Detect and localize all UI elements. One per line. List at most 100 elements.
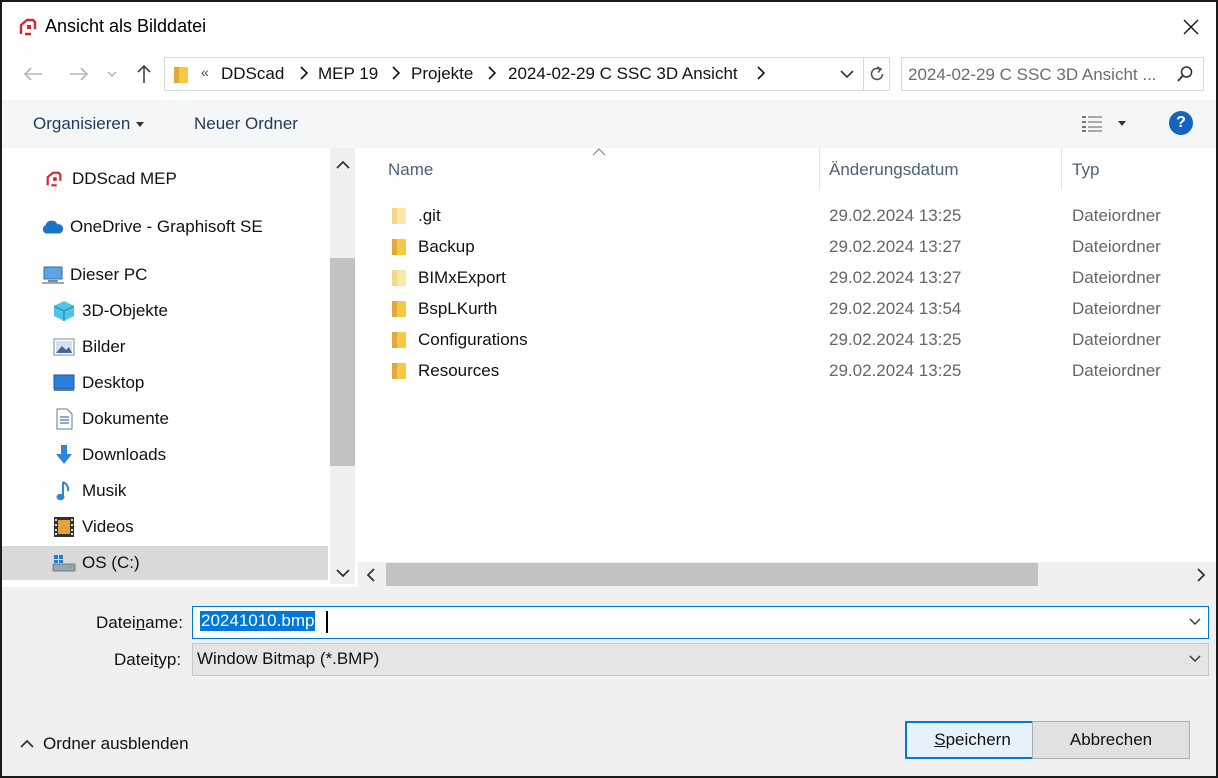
chevron-right-icon[interactable] (391, 66, 401, 80)
folder-icon (391, 206, 407, 231)
nav-label: Musik (82, 481, 127, 500)
file-name: BIMxExport (418, 268, 506, 287)
file-row[interactable]: Resources 29.02.2024 13:25 Dateiordner (358, 356, 1216, 387)
file-row[interactable]: .git 29.02.2024 13:25 Dateiordner (358, 201, 1216, 232)
file-row[interactable]: Backup 29.02.2024 13:27 Dateiordner (358, 232, 1216, 263)
new-folder-button[interactable]: Neuer Ordner (194, 114, 298, 134)
scroll-thumb[interactable] (386, 563, 1038, 586)
nav-item-pictures[interactable]: Bilder (2, 330, 328, 364)
title-bar: Ansicht als Bilddatei (2, 2, 1216, 52)
file-type: Dateiordner (1072, 330, 1161, 349)
nav-label: Desktop (82, 373, 145, 392)
film-icon (52, 516, 76, 538)
file-date: 29.02.2024 13:25 (829, 330, 962, 349)
hide-folders-toggle[interactable]: Ordner ausblenden (20, 734, 189, 754)
save-button[interactable]: Speichern (905, 721, 1040, 759)
folder-icon (173, 65, 189, 90)
search-input[interactable]: 2024-02-29 C SSC 3D Ansicht ... (908, 65, 1168, 85)
chevron-down-icon (840, 70, 854, 79)
nav-item-ddscad-mep[interactable]: DDScad MEP (2, 162, 328, 196)
file-type: Dateiordner (1072, 268, 1161, 287)
organize-label: Organisieren (33, 114, 131, 133)
file-type: Dateiordner (1072, 361, 1161, 380)
column-header-name[interactable]: Name (388, 160, 433, 180)
chevron-right-icon[interactable] (299, 66, 309, 80)
filename-input[interactable]: 20241010.bmp (200, 611, 316, 631)
scroll-up-button[interactable] (330, 154, 355, 176)
filename-combobox[interactable]: 20241010.bmp (192, 606, 1209, 639)
arrow-right-icon (70, 67, 89, 81)
breadcrumb-mep19[interactable]: MEP 19 (318, 64, 378, 84)
nav-label: OneDrive - Graphisoft SE (70, 217, 263, 236)
file-row[interactable]: BspLKurth 29.02.2024 13:54 Dateiordner (358, 294, 1216, 325)
label-part: yp: (158, 650, 182, 669)
nav-item-documents[interactable]: Dokumente (2, 402, 328, 436)
refresh-icon (870, 66, 883, 81)
nav-item-3d-objects[interactable]: 3D-Objekte (2, 294, 328, 328)
save-accelerator: S (934, 730, 946, 749)
nav-item-this-pc[interactable]: Dieser PC (2, 258, 328, 292)
documents-icon (52, 408, 76, 430)
scroll-thumb[interactable] (330, 258, 355, 466)
recent-locations-button[interactable] (100, 59, 124, 89)
close-button[interactable] (1174, 12, 1208, 42)
nav-item-music[interactable]: Musik (2, 474, 328, 508)
scroll-right-button[interactable] (1190, 564, 1212, 586)
filetype-select[interactable]: Window Bitmap (*.BMP) (192, 643, 1209, 676)
nav-item-onedrive[interactable]: OneDrive - Graphisoft SE (2, 210, 328, 244)
file-type: Dateiordner (1072, 299, 1161, 318)
navigation-scrollbar[interactable] (330, 148, 355, 584)
nav-item-os-drive[interactable]: OS (C:) (2, 546, 328, 580)
address-dropdown-button[interactable] (839, 64, 861, 84)
breadcrumb-ddscad[interactable]: DDScad (221, 64, 284, 84)
back-button[interactable] (18, 59, 48, 89)
forward-button[interactable] (64, 59, 94, 89)
nav-item-videos[interactable]: Videos (2, 510, 328, 544)
scroll-down-button[interactable] (330, 562, 355, 584)
column-header-type[interactable]: Typ (1072, 160, 1099, 180)
text-cursor (326, 611, 328, 633)
file-name: Backup (418, 237, 475, 256)
search-icon[interactable] (1176, 65, 1194, 88)
breadcrumb-current-folder[interactable]: 2024-02-29 C SSC 3D Ansicht (508, 64, 738, 84)
chevron-down-icon (107, 71, 117, 77)
nav-label: Dokumente (82, 409, 169, 428)
change-view-button[interactable] (1080, 112, 1130, 134)
chevron-left-icon (366, 568, 375, 582)
ddscad-logo-icon (42, 168, 66, 190)
address-overflow[interactable]: « (201, 64, 209, 80)
refresh-button[interactable] (863, 58, 889, 90)
nav-item-downloads[interactable]: Downloads (2, 438, 328, 472)
caret-down-icon (136, 122, 145, 128)
window-title: Ansicht als Bilddatei (45, 16, 207, 36)
horizontal-scrollbar[interactable] (358, 562, 1216, 587)
help-button[interactable]: ? (1169, 111, 1193, 135)
scroll-left-button[interactable] (360, 564, 382, 586)
file-row[interactable]: Configurations 29.02.2024 13:25 Dateiord… (358, 325, 1216, 356)
chevron-down-icon[interactable] (1188, 616, 1202, 628)
pictures-icon (52, 336, 76, 358)
chevron-up-icon (335, 160, 350, 169)
hide-folders-label: Ordner ausblenden (43, 734, 189, 753)
column-header-date[interactable]: Änderungsdatum (829, 160, 958, 180)
up-button[interactable] (129, 59, 159, 89)
organize-menu-button[interactable]: Organisieren (33, 114, 145, 134)
chevron-right-icon[interactable] (487, 66, 497, 80)
nav-label: Bilder (82, 337, 126, 356)
file-date: 29.02.2024 13:25 (829, 206, 962, 225)
arrow-up-icon (137, 64, 151, 83)
nav-item-desktop[interactable]: Desktop (2, 366, 328, 400)
cancel-button[interactable]: Abbrechen (1032, 721, 1190, 759)
address-bar[interactable]: « DDScad MEP 19 Projekte 2024-02-29 C SS… (164, 57, 890, 91)
chevron-right-icon[interactable] (756, 66, 766, 80)
save-options-panel: Dateiname: 20241010.bmp Dateityp: Window… (2, 587, 1216, 776)
breadcrumb-projekte[interactable]: Projekte (411, 64, 473, 84)
nav-label: Videos (82, 517, 134, 536)
file-row[interactable]: BIMxExport 29.02.2024 13:27 Dateiordner (358, 263, 1216, 294)
column-divider[interactable] (1061, 148, 1062, 190)
search-box[interactable]: 2024-02-29 C SSC 3D Ansicht ... (901, 57, 1204, 91)
chevron-down-icon (335, 569, 350, 578)
file-name: Resources (418, 361, 500, 380)
column-divider[interactable] (819, 148, 820, 190)
nav-label: 3D-Objekte (82, 301, 168, 320)
